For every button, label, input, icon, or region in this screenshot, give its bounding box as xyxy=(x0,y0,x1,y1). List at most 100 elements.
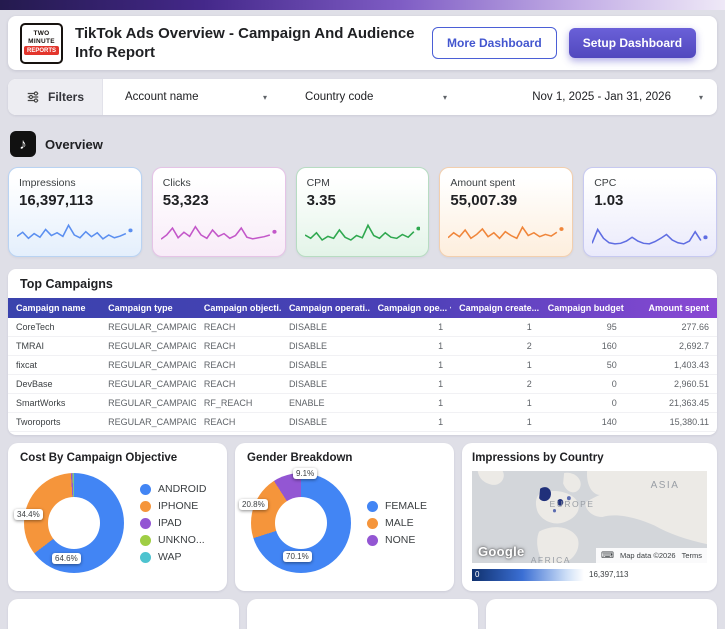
kpi-label: Impressions xyxy=(19,177,76,189)
chart-title: Impressions by Country xyxy=(472,452,604,464)
table-cell: REGULAR_CAMPAIGN xyxy=(100,393,196,413)
column-header-8[interactable]: Amount spent xyxy=(625,298,717,318)
partial-card xyxy=(247,599,478,629)
map-color-legend: 0 16,397,113 xyxy=(472,567,707,582)
column-header-1[interactable]: Campaign name xyxy=(8,298,100,318)
table-cell: REGULAR_CAMPAIGN xyxy=(100,412,196,432)
kpi-sparkline xyxy=(17,223,133,240)
kpi-label: CPC xyxy=(594,177,617,189)
column-header-3[interactable]: Campaign objecti... xyxy=(196,298,281,318)
table-cell: REGULAR_CAMPAIGN xyxy=(100,336,196,356)
filters-bar: Filters Account name ▾ Country code ▾ No… xyxy=(8,79,717,115)
two-minute-reports-logo: TWO MINUTE REPORTS xyxy=(20,22,63,64)
partial-card xyxy=(8,599,239,629)
slice-percentage-label: 34.4% xyxy=(14,509,43,520)
table-cell: REACH xyxy=(195,431,281,435)
column-header-5[interactable]: Campaign ope...▾ xyxy=(370,298,452,318)
kpi-card-clicks: Clicks 53,323 xyxy=(151,167,286,257)
page-title: TikTok Ads Overview - Campaign And Audie… xyxy=(75,24,415,62)
map-attribution: ⌨ Map data ©2026 Terms xyxy=(596,548,707,563)
legend-label: WAP xyxy=(158,551,182,563)
table-cell: REACH xyxy=(195,412,281,432)
keyboard-icon[interactable]: ⌨ xyxy=(601,550,614,561)
table-cell: 140 xyxy=(539,412,625,432)
kpi-label: Amount spent xyxy=(450,177,516,189)
kpi-value: 55,007.39 xyxy=(450,192,518,209)
table-cell: 3 xyxy=(451,431,540,435)
table-cell: REGULAR_CAMPAIGN xyxy=(100,431,196,435)
kpi-card-impressions: Impressions 16,397,113 xyxy=(8,167,142,257)
table-cell: 50 xyxy=(539,355,625,375)
legend-label: IPHONE xyxy=(158,500,199,512)
legend-item: ANDROID xyxy=(140,483,206,495)
filters-sliders-icon xyxy=(27,91,39,103)
column-header-4[interactable]: Campaign operati... xyxy=(281,298,370,318)
table-cell: 15,380.11 xyxy=(624,412,717,432)
kpi-label: Clicks xyxy=(162,177,191,189)
donut-hole xyxy=(48,497,100,549)
table-cell: ENABLE xyxy=(280,393,370,413)
legend-label: IPAD xyxy=(158,517,182,529)
country-code-filter[interactable]: Country code ▾ xyxy=(283,91,463,103)
table-cell: 1 xyxy=(369,318,452,337)
column-header-2[interactable]: Campaign type xyxy=(100,298,196,318)
column-header-7[interactable]: Campaign budget xyxy=(540,298,625,318)
setup-dashboard-button[interactable]: Setup Dashboard xyxy=(568,28,697,58)
table-row: TMRAI REGULAR_CAMPAIGN REACH DISABLE 1 2 160 2,… xyxy=(8,336,717,356)
date-range-filter[interactable]: Nov 1, 2025 - Jan 31, 2026 ▾ xyxy=(518,91,717,103)
table-cell: Tworoports xyxy=(8,412,101,432)
kpi-value: 1.03 xyxy=(594,192,624,209)
table-cell: DISABLE xyxy=(280,431,370,435)
table-cell: 0 xyxy=(539,393,625,413)
table-cell: DISABLE xyxy=(280,355,370,375)
slice-percentage-label: 64.6% xyxy=(52,553,81,564)
table-cell: DISABLE xyxy=(280,374,370,394)
table-cell: 1 xyxy=(369,412,452,432)
kpi-value: 53,323 xyxy=(162,192,209,209)
table-header-row: Campaign name Campaign type Campaign objec… xyxy=(8,298,717,318)
google-map[interactable]: EUROPE ASIA AFRICA Google ⌨ Map data ©20… xyxy=(472,471,707,563)
legend-item: IPHONE xyxy=(140,500,206,512)
table-cell: 118 xyxy=(539,431,625,435)
impressions-by-country-card: Impressions by Country EUROPE ASIA AFRIC… xyxy=(462,443,717,591)
account-name-filter[interactable]: Account name ▾ xyxy=(103,91,283,103)
kpi-sparkline xyxy=(304,223,421,242)
logo-text: TWO xyxy=(33,30,50,37)
table-cell: SmartWorks xyxy=(8,393,101,413)
google-logo[interactable]: Google xyxy=(478,544,525,559)
filters-button[interactable]: Filters xyxy=(8,79,104,115)
table-cell: REACH xyxy=(195,374,281,394)
table-row: fixcat REGULAR_CAMPAIGN REACH DISABLE 1 1 50 1,… xyxy=(8,355,717,375)
column-header-6[interactable]: Campaign create... xyxy=(451,298,540,318)
partial-card xyxy=(486,599,717,629)
table-cell: fixcat xyxy=(8,355,101,375)
table-cell: REGULAR_CAMPAIGN xyxy=(100,355,196,375)
legend-dot xyxy=(140,483,151,495)
chart-legend: ANDROID IPHONE IPAD UNKNO... WAP xyxy=(140,483,206,563)
terms-link[interactable]: Terms xyxy=(682,551,702,560)
table-cell: DevBase xyxy=(8,374,101,394)
legend-dot xyxy=(140,534,151,546)
campaigns-table: Campaign name Campaign type Campaign objec… xyxy=(8,298,717,435)
slice-percentage-label: 9.1% xyxy=(293,468,318,479)
logo-text: MINUTE xyxy=(28,37,55,45)
table-cell: REGULAR_CAMPAIGN xyxy=(100,318,196,337)
sort-icon: ▾ xyxy=(450,306,451,312)
account-name-label: Account name xyxy=(125,91,199,103)
table-cell: 95 xyxy=(539,318,625,337)
legend-dot xyxy=(367,517,378,529)
table-cell: DISABLE xyxy=(280,318,370,337)
kpi-sparkline xyxy=(160,225,277,240)
table-cell: 9,126.44 xyxy=(624,431,717,435)
chart-legend: FEMALE MALE NONE xyxy=(367,500,427,546)
kpi-card-cpm: CPM 3.35 xyxy=(295,167,430,257)
map-label-europe: EUROPE xyxy=(549,498,595,509)
table-cell: 1 xyxy=(369,374,452,394)
table-cell: DISABLE xyxy=(280,412,370,432)
more-dashboard-button[interactable]: More Dashboard xyxy=(432,27,557,59)
map-label-asia: ASIA xyxy=(650,480,680,492)
donut-hole xyxy=(275,497,327,549)
legend-label: FEMALE xyxy=(385,500,428,512)
table-cell: 0 xyxy=(539,374,625,394)
kpi-value: 16,397,113 xyxy=(19,192,94,209)
